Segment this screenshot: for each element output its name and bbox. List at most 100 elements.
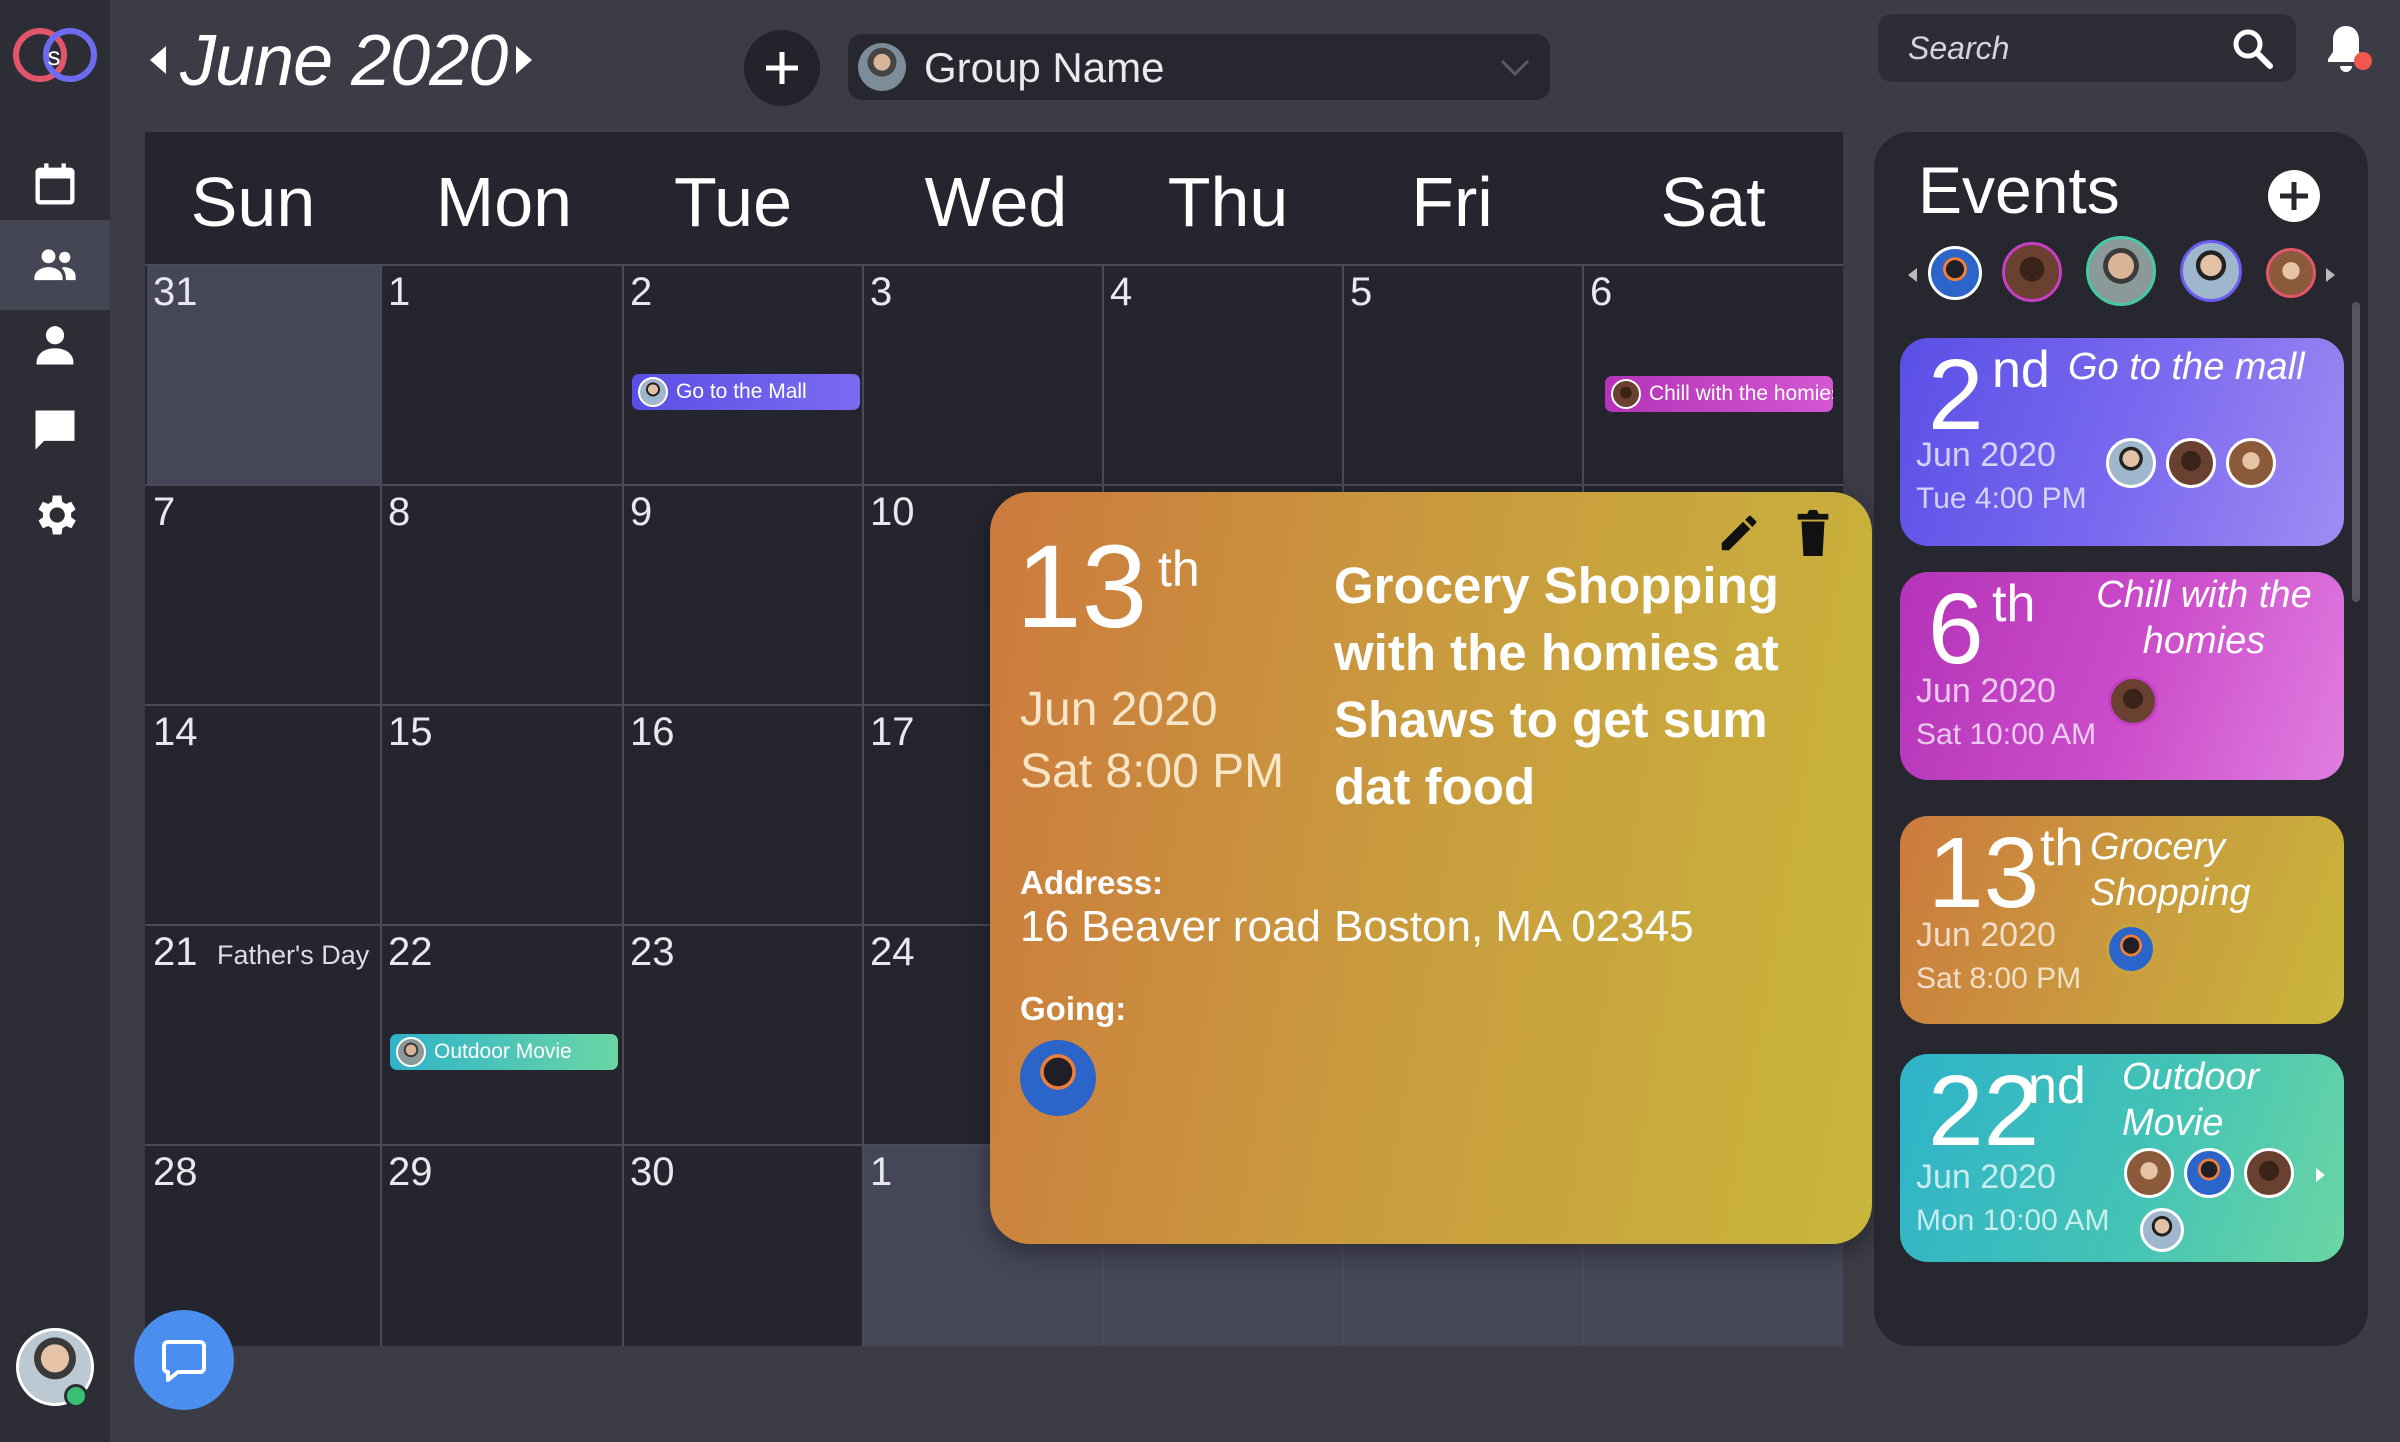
search-box xyxy=(1878,14,2296,82)
day-cell[interactable]: 16 xyxy=(624,706,862,924)
day-number: 4 xyxy=(1110,270,1133,314)
app-logo[interactable]: s xyxy=(12,22,100,88)
events-title: Events xyxy=(1918,153,2120,227)
event-card[interactable]: 22 nd Outdoor Movie Jun 2020 Mon 10:00 A… xyxy=(1900,1054,2344,1262)
avatar-scroll-left[interactable] xyxy=(1908,268,1917,282)
nav-calendar[interactable] xyxy=(0,140,110,230)
search-icon[interactable] xyxy=(2230,26,2274,70)
day-number: 1 xyxy=(388,270,411,314)
sidebar: s xyxy=(0,0,110,1442)
attendee-avatar[interactable] xyxy=(2106,438,2156,488)
next-month-button[interactable] xyxy=(516,46,532,74)
scrollbar[interactable] xyxy=(2352,302,2360,602)
chat-button[interactable] xyxy=(134,1310,234,1410)
event-card-day: 13 xyxy=(1928,817,2040,929)
nav-messages[interactable] xyxy=(0,385,110,475)
event-card-title: Grocery Shopping xyxy=(2090,826,2251,914)
group-select[interactable]: Group Name xyxy=(848,34,1550,100)
attendee-avatar[interactable] xyxy=(2108,676,2158,726)
day-cell[interactable]: 15 xyxy=(382,706,622,924)
member-avatar[interactable] xyxy=(2086,236,2156,306)
day-number: 5 xyxy=(1350,270,1373,314)
online-status-indicator xyxy=(64,1384,88,1408)
group-avatar xyxy=(858,43,906,91)
search-input[interactable] xyxy=(1908,14,2208,82)
day-number: 10 xyxy=(870,490,915,534)
day-cell[interactable]: 30 xyxy=(624,1146,862,1346)
day-cell[interactable]: 23 xyxy=(624,926,862,1144)
day-cell[interactable]: 29 xyxy=(382,1146,622,1346)
day-cell[interactable]: 6 xyxy=(1584,266,1843,484)
day-number: 28 xyxy=(153,1150,198,1194)
day-cell[interactable]: 3 xyxy=(864,266,1102,484)
chip-label: Chill with the homies xyxy=(1649,382,1833,405)
day-number: 30 xyxy=(630,1150,675,1194)
day-cell[interactable]: 21 Father's Day xyxy=(147,926,380,1144)
day-cell[interactable]: 31 xyxy=(147,266,380,484)
attendee-avatar[interactable] xyxy=(2124,1148,2174,1198)
event-card[interactable]: 6 th Chill with the homies Jun 2020 Sat … xyxy=(1900,572,2344,780)
svg-text:s: s xyxy=(48,41,61,71)
member-avatar[interactable] xyxy=(1928,246,1982,300)
attendee-avatar[interactable] xyxy=(1020,1040,1096,1116)
holiday-label: Father's Day xyxy=(217,940,370,970)
event-card-day-suffix: nd xyxy=(1992,341,2050,399)
day-cell[interactable]: 8 xyxy=(382,486,622,704)
event-card-date: Jun 2020 xyxy=(1916,672,2056,710)
day-cell[interactable]: 14 xyxy=(147,706,380,924)
event-card-date: Jun 2020 xyxy=(1916,436,2056,474)
day-cell[interactable]: 7 xyxy=(147,486,380,704)
event-card-day-suffix: nd xyxy=(2028,1057,2086,1115)
member-avatar[interactable] xyxy=(2266,248,2316,298)
group-icon xyxy=(34,249,76,281)
event-card-day: 2 xyxy=(1928,339,1984,451)
attendee-avatar[interactable] xyxy=(2106,924,2156,974)
member-avatar[interactable] xyxy=(2180,240,2242,302)
event-chip-mall[interactable]: Go to the Mall xyxy=(632,374,860,410)
chevron-down-icon xyxy=(1500,59,1530,77)
more-attendees-arrow[interactable] xyxy=(2316,1168,2325,1182)
weekday-header: Mon xyxy=(435,163,573,241)
day-number: 15 xyxy=(388,710,433,754)
nav-settings[interactable] xyxy=(0,470,110,560)
day-cell[interactable]: 5 xyxy=(1344,266,1582,484)
event-chip-homies[interactable]: Chill with the homies xyxy=(1605,376,1833,412)
event-card[interactable]: 13 th Grocery Shopping Jun 2020 Sat 8:00… xyxy=(1900,816,2344,1024)
day-cell[interactable]: 4 xyxy=(1104,266,1342,484)
event-card-title: Chill with the homies xyxy=(2096,574,2312,662)
member-avatar[interactable] xyxy=(2002,242,2062,302)
day-cell[interactable]: 1 xyxy=(382,266,622,484)
nav-profile[interactable] xyxy=(0,300,110,390)
weekday-header: Wed xyxy=(924,163,1068,241)
event-card[interactable]: 2 nd Go to the mall Jun 2020 Tue 4:00 PM xyxy=(1900,338,2344,546)
attendee-avatar[interactable] xyxy=(2226,438,2276,488)
event-day: 13 xyxy=(1016,521,1148,653)
attendee-avatar[interactable] xyxy=(2140,1208,2184,1252)
add-event-icon[interactable] xyxy=(2266,168,2322,224)
weekday-header: Tue xyxy=(673,163,793,241)
nav-groups[interactable] xyxy=(0,220,110,310)
event-day-suffix: th xyxy=(1158,541,1200,597)
attendee-avatar[interactable] xyxy=(2244,1148,2294,1198)
event-card-title: Go to the mall xyxy=(2068,346,2305,388)
day-number: 8 xyxy=(388,490,411,534)
event-chip-movie[interactable]: Outdoor Movie xyxy=(390,1034,618,1070)
event-time: Sat 8:00 PM xyxy=(1020,745,1285,798)
going-label: Going: xyxy=(1020,990,1127,1027)
notification-badge xyxy=(2354,52,2372,70)
add-button[interactable] xyxy=(744,30,820,106)
edit-pencil-icon[interactable] xyxy=(1716,510,1762,556)
trash-icon[interactable] xyxy=(1790,508,1836,558)
chat-bubble-icon xyxy=(35,410,75,450)
plus-icon xyxy=(766,52,798,84)
weekday-header: Thu xyxy=(1167,163,1289,241)
attendee-avatar[interactable] xyxy=(2166,438,2216,488)
event-card-day: 22 xyxy=(1928,1055,2040,1167)
attendee-avatar[interactable] xyxy=(2184,1148,2234,1198)
day-cell[interactable]: 9 xyxy=(624,486,862,704)
month-title: June 2020 xyxy=(180,21,508,101)
event-detail-popup: 13 th Jun 2020 Sat 8:00 PM Grocery Shopp… xyxy=(990,492,1872,1244)
previous-month-button[interactable] xyxy=(150,46,166,74)
avatar-scroll-right[interactable] xyxy=(2326,268,2335,282)
chip-label: Outdoor Movie xyxy=(434,1040,572,1063)
